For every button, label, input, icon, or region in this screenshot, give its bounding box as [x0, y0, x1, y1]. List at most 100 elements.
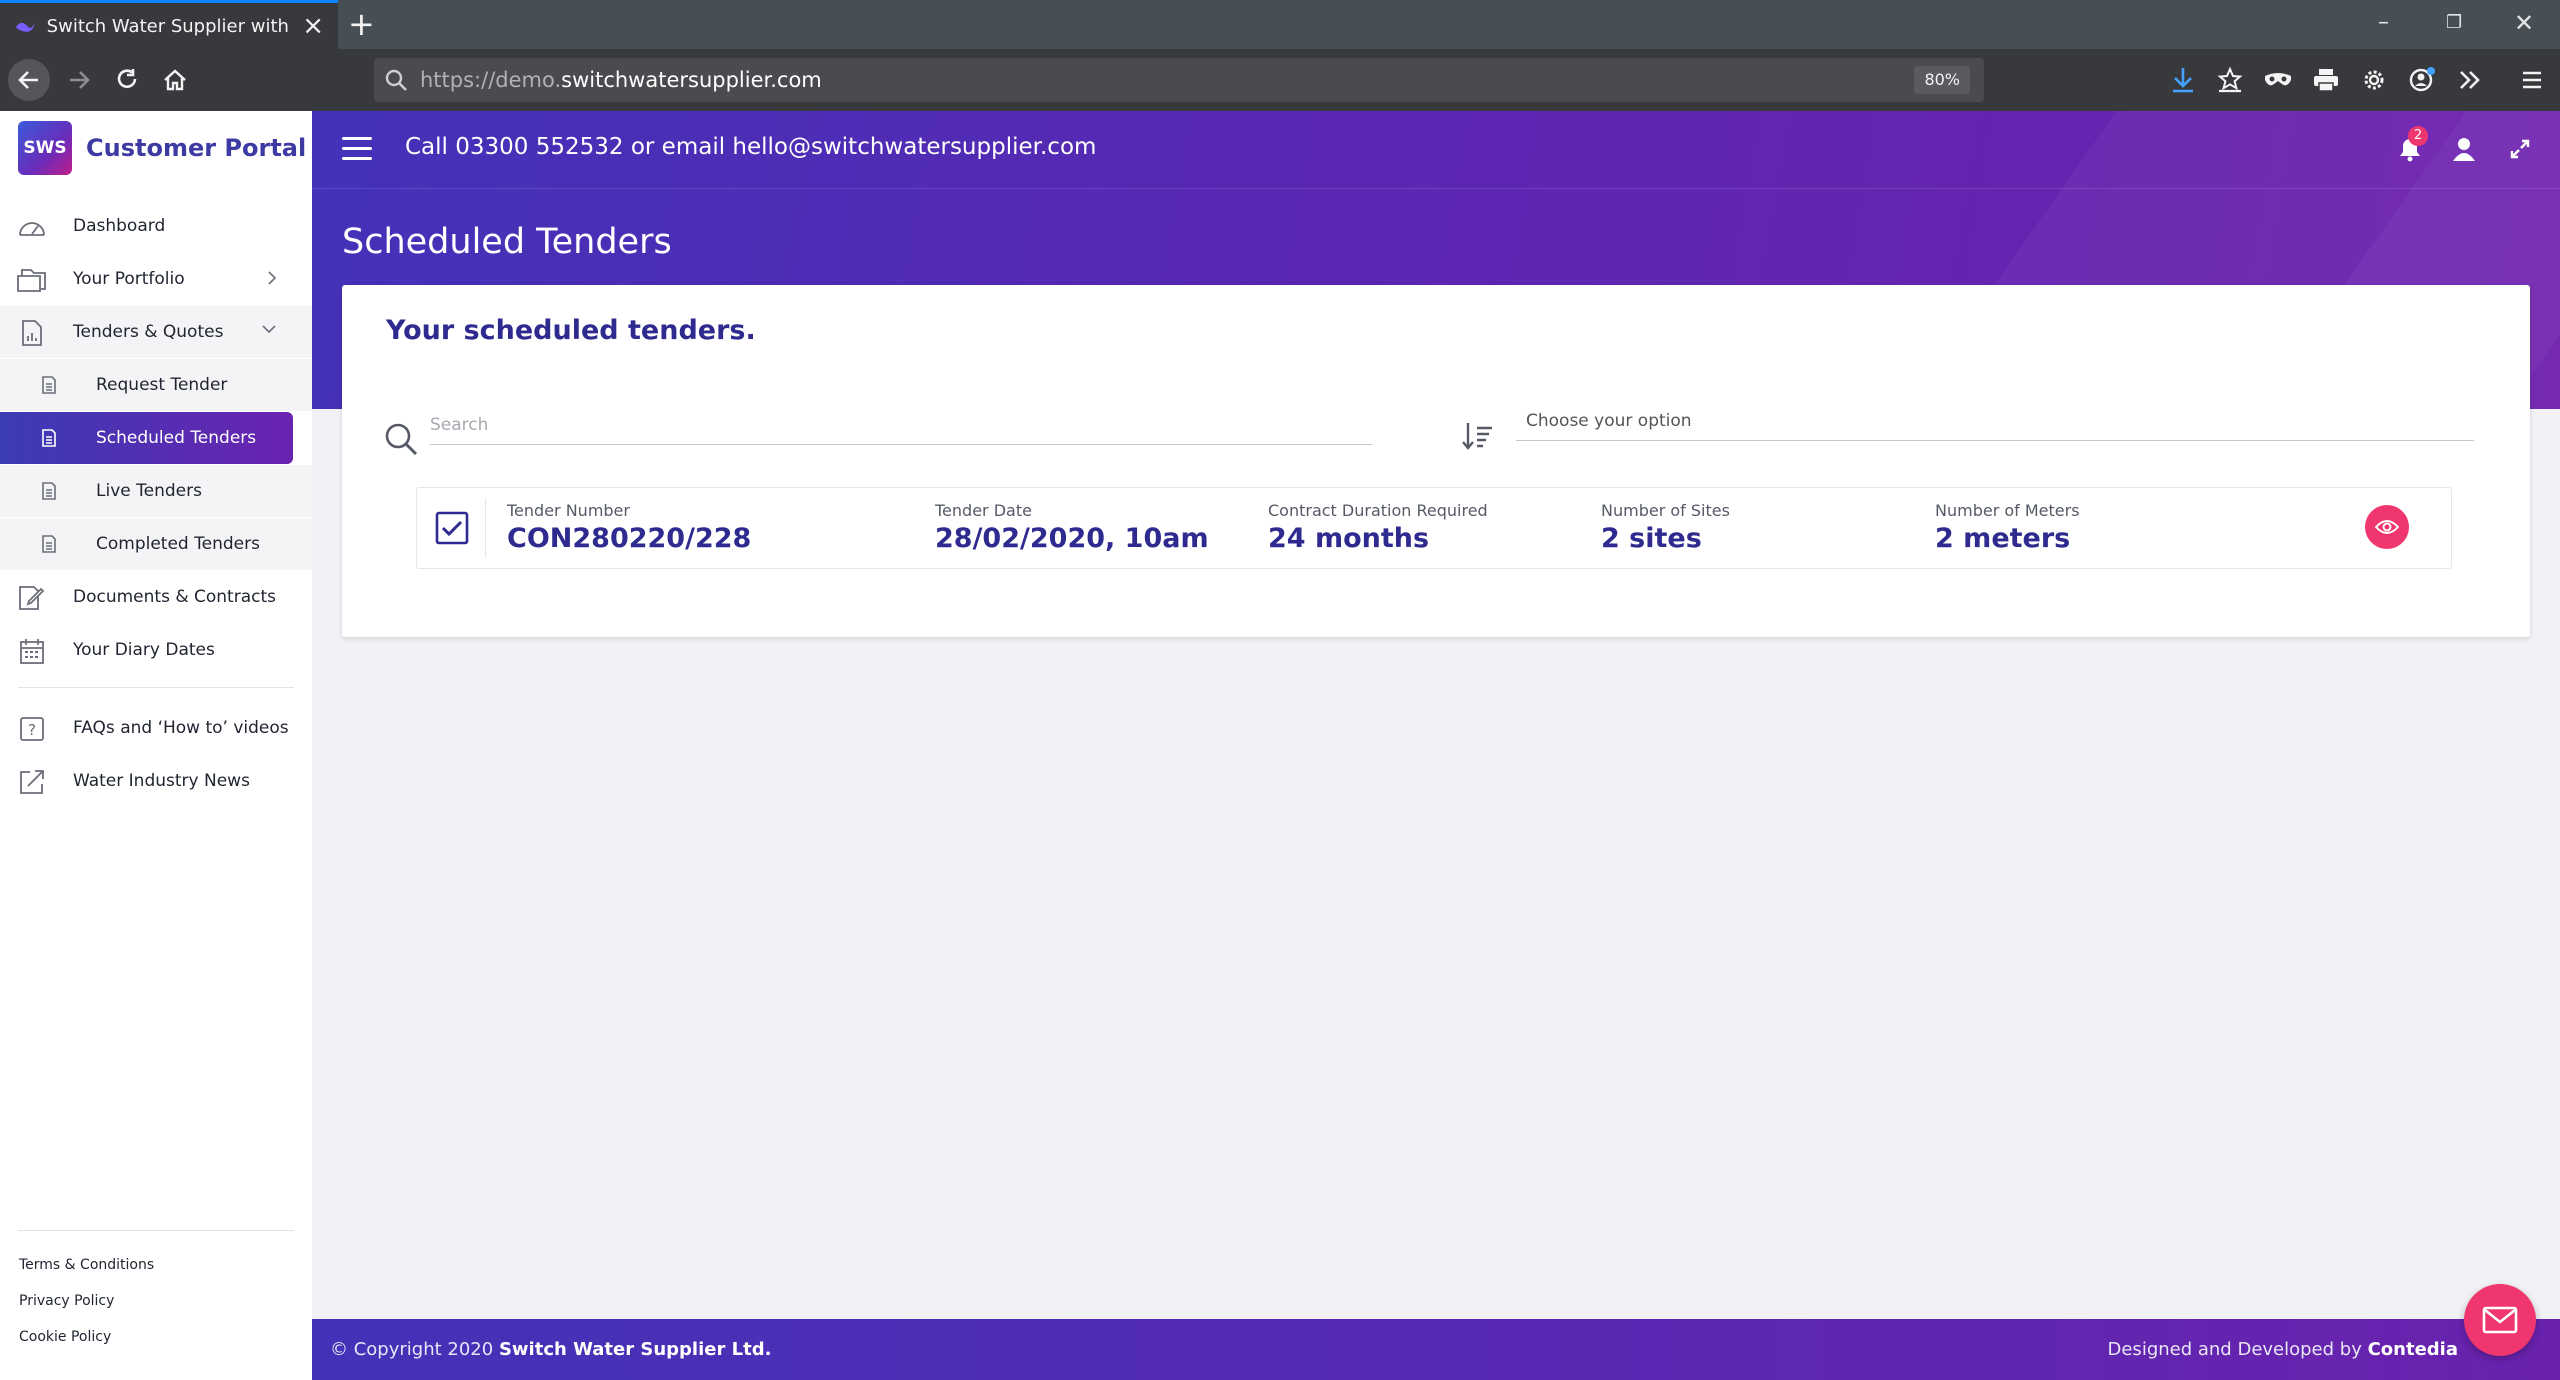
browser-tab-strip: Switch Water Supplier with Swi × + – ❐ ✕ — [0, 0, 2560, 49]
search-icon — [385, 423, 418, 456]
privacy-link[interactable]: Privacy Policy — [19, 1293, 114, 1309]
tab-title: Switch Water Supplier with Swi — [46, 15, 295, 37]
help-icon: ? — [16, 715, 48, 743]
contract-duration: 24 months — [1268, 523, 1430, 554]
sidebar-item-label: Your Diary Dates — [73, 640, 215, 660]
reload-icon[interactable] — [106, 59, 148, 101]
browser-tab[interactable]: Switch Water Supplier with Swi × — [0, 0, 338, 49]
checkbox-checked-icon[interactable] — [435, 511, 469, 545]
url-text: https://demo.switchwatersupplier.com — [420, 68, 822, 92]
tender-number-field: Tender Number CON280220/228 — [507, 501, 751, 554]
user-profile-icon[interactable] — [2447, 132, 2481, 166]
fullscreen-icon[interactable] — [2503, 132, 2537, 166]
page-title: Scheduled Tenders — [342, 222, 672, 262]
document-icon — [42, 429, 56, 447]
sort-select[interactable]: Choose your option — [1516, 401, 2474, 441]
number-of-meters-field: Number of Meters 2 meters — [1935, 501, 2080, 554]
sidebar-item-diary-dates[interactable]: Your Diary Dates — [0, 624, 312, 676]
window-close-icon[interactable]: ✕ — [2514, 8, 2534, 38]
brand-name: Customer Portal — [86, 134, 307, 162]
terms-link[interactable]: Terms & Conditions — [19, 1257, 154, 1273]
field-label: Contract Duration Required — [1268, 501, 1488, 520]
bookmarks-icon[interactable] — [2213, 63, 2247, 97]
account-icon[interactable] — [2405, 63, 2439, 97]
tender-date-field: Tender Date 28/02/2020, 10am — [935, 501, 1209, 554]
chevron-down-icon — [262, 325, 276, 334]
eye-icon — [2375, 520, 2399, 534]
mail-icon — [2482, 1306, 2518, 1334]
document-icon — [42, 482, 56, 500]
page-footer: © Copyright 2020 Switch Water Supplier L… — [312, 1319, 2560, 1380]
folder-icon — [16, 266, 48, 294]
sidebar-subitem-label: Request Tender — [96, 375, 228, 395]
favicon-icon — [15, 22, 35, 32]
document-edit-icon — [16, 584, 48, 612]
number-of-sites-field: Number of Sites 2 sites — [1601, 501, 1730, 554]
view-tender-button[interactable] — [2365, 505, 2409, 549]
sidebar-subitem-label: Live Tenders — [96, 481, 202, 501]
sidebar-subitem-request-tender[interactable]: Request Tender — [0, 359, 312, 411]
developer-link[interactable]: Contedia — [2368, 1339, 2458, 1360]
search-icon — [385, 69, 407, 91]
document-chart-icon — [16, 319, 48, 347]
card-title: Your scheduled tenders. — [386, 315, 756, 346]
sidebar-item-label: Tenders & Quotes — [73, 322, 224, 342]
brand[interactable]: SWS Customer Portal — [18, 121, 306, 175]
print-icon[interactable] — [2309, 63, 2343, 97]
sidebar-subitem-completed-tenders[interactable]: Completed Tenders — [0, 518, 312, 570]
sidebar-subitem-label: Completed Tenders — [96, 534, 260, 554]
sidebar-item-label: Documents & Contracts — [73, 587, 276, 607]
cookie-link[interactable]: Cookie Policy — [19, 1329, 111, 1345]
sort-icon[interactable] — [1462, 421, 1494, 451]
tender-date: 28/02/2020, 10am — [935, 523, 1209, 554]
field-label: Tender Number — [507, 501, 630, 520]
svg-text:?: ? — [28, 721, 36, 739]
gauge-icon — [16, 213, 48, 241]
document-icon — [42, 535, 56, 553]
sidebar-item-label: Water Industry News — [73, 771, 250, 791]
forward-icon[interactable] — [58, 59, 100, 101]
brand-logo: SWS — [18, 121, 72, 175]
menu-toggle-icon[interactable] — [342, 137, 372, 161]
calendar-icon — [16, 637, 48, 665]
settings-gear-icon[interactable] — [2357, 63, 2391, 97]
address-bar[interactable]: https://demo.switchwatersupplier.com 80% — [374, 58, 1984, 102]
download-icon[interactable] — [2166, 63, 2200, 97]
tab-close-icon[interactable]: × — [302, 13, 324, 39]
contact-mail-button[interactable] — [2464, 1284, 2536, 1356]
number-of-sites: 2 sites — [1601, 523, 1702, 554]
back-icon[interactable] — [8, 59, 50, 101]
header-divider — [312, 188, 2560, 189]
sidebar-item-label: FAQs and ‘How to’ videos — [73, 718, 289, 738]
home-icon[interactable] — [154, 59, 196, 101]
sidebar-subitem-live-tenders[interactable]: Live Tenders — [0, 465, 312, 517]
restore-icon[interactable]: ❐ — [2446, 8, 2462, 38]
sidebar: SWS Customer Portal Dashboard Your Portf… — [0, 111, 312, 1380]
external-link-icon — [16, 768, 48, 796]
zoom-level[interactable]: 80% — [1914, 66, 1970, 94]
credits-text: Designed and Developed by Contedia — [2107, 1339, 2459, 1360]
copyright-text: © Copyright 2020 Switch Water Supplier L… — [330, 1339, 772, 1360]
minimize-icon[interactable]: – — [2378, 8, 2389, 38]
private-mask-icon[interactable] — [2261, 63, 2295, 97]
sidebar-item-portfolio[interactable]: Your Portfolio — [0, 253, 312, 305]
browser-menu-icon[interactable] — [2515, 63, 2549, 97]
sidebar-item-dashboard[interactable]: Dashboard — [0, 200, 312, 252]
notification-badge: 2 — [2408, 126, 2428, 146]
field-label: Number of Sites — [1601, 501, 1730, 520]
contact-info: Call 03300 552532 or email hello@switchw… — [405, 134, 1097, 160]
row-divider — [485, 498, 486, 558]
tender-row[interactable]: Tender Number CON280220/228 Tender Date … — [416, 487, 2452, 569]
browser-toolbar: https://demo.switchwatersupplier.com 80% — [0, 49, 2560, 111]
sidebar-subitem-scheduled-tenders[interactable]: Scheduled Tenders — [0, 412, 293, 464]
field-label: Number of Meters — [1935, 501, 2080, 520]
new-tab-icon[interactable]: + — [348, 6, 375, 42]
overflow-chevrons-icon[interactable] — [2453, 63, 2487, 97]
sidebar-item-tenders-quotes[interactable]: Tenders & Quotes — [0, 306, 312, 358]
sidebar-item-documents-contracts[interactable]: Documents & Contracts — [0, 571, 312, 623]
sidebar-item-label: Dashboard — [73, 216, 166, 236]
sidebar-item-faqs[interactable]: ? FAQs and ‘How to’ videos — [0, 702, 312, 754]
search-input[interactable] — [430, 405, 1372, 445]
sidebar-item-water-news[interactable]: Water Industry News — [0, 755, 312, 807]
sidebar-subitem-label: Scheduled Tenders — [96, 428, 257, 448]
